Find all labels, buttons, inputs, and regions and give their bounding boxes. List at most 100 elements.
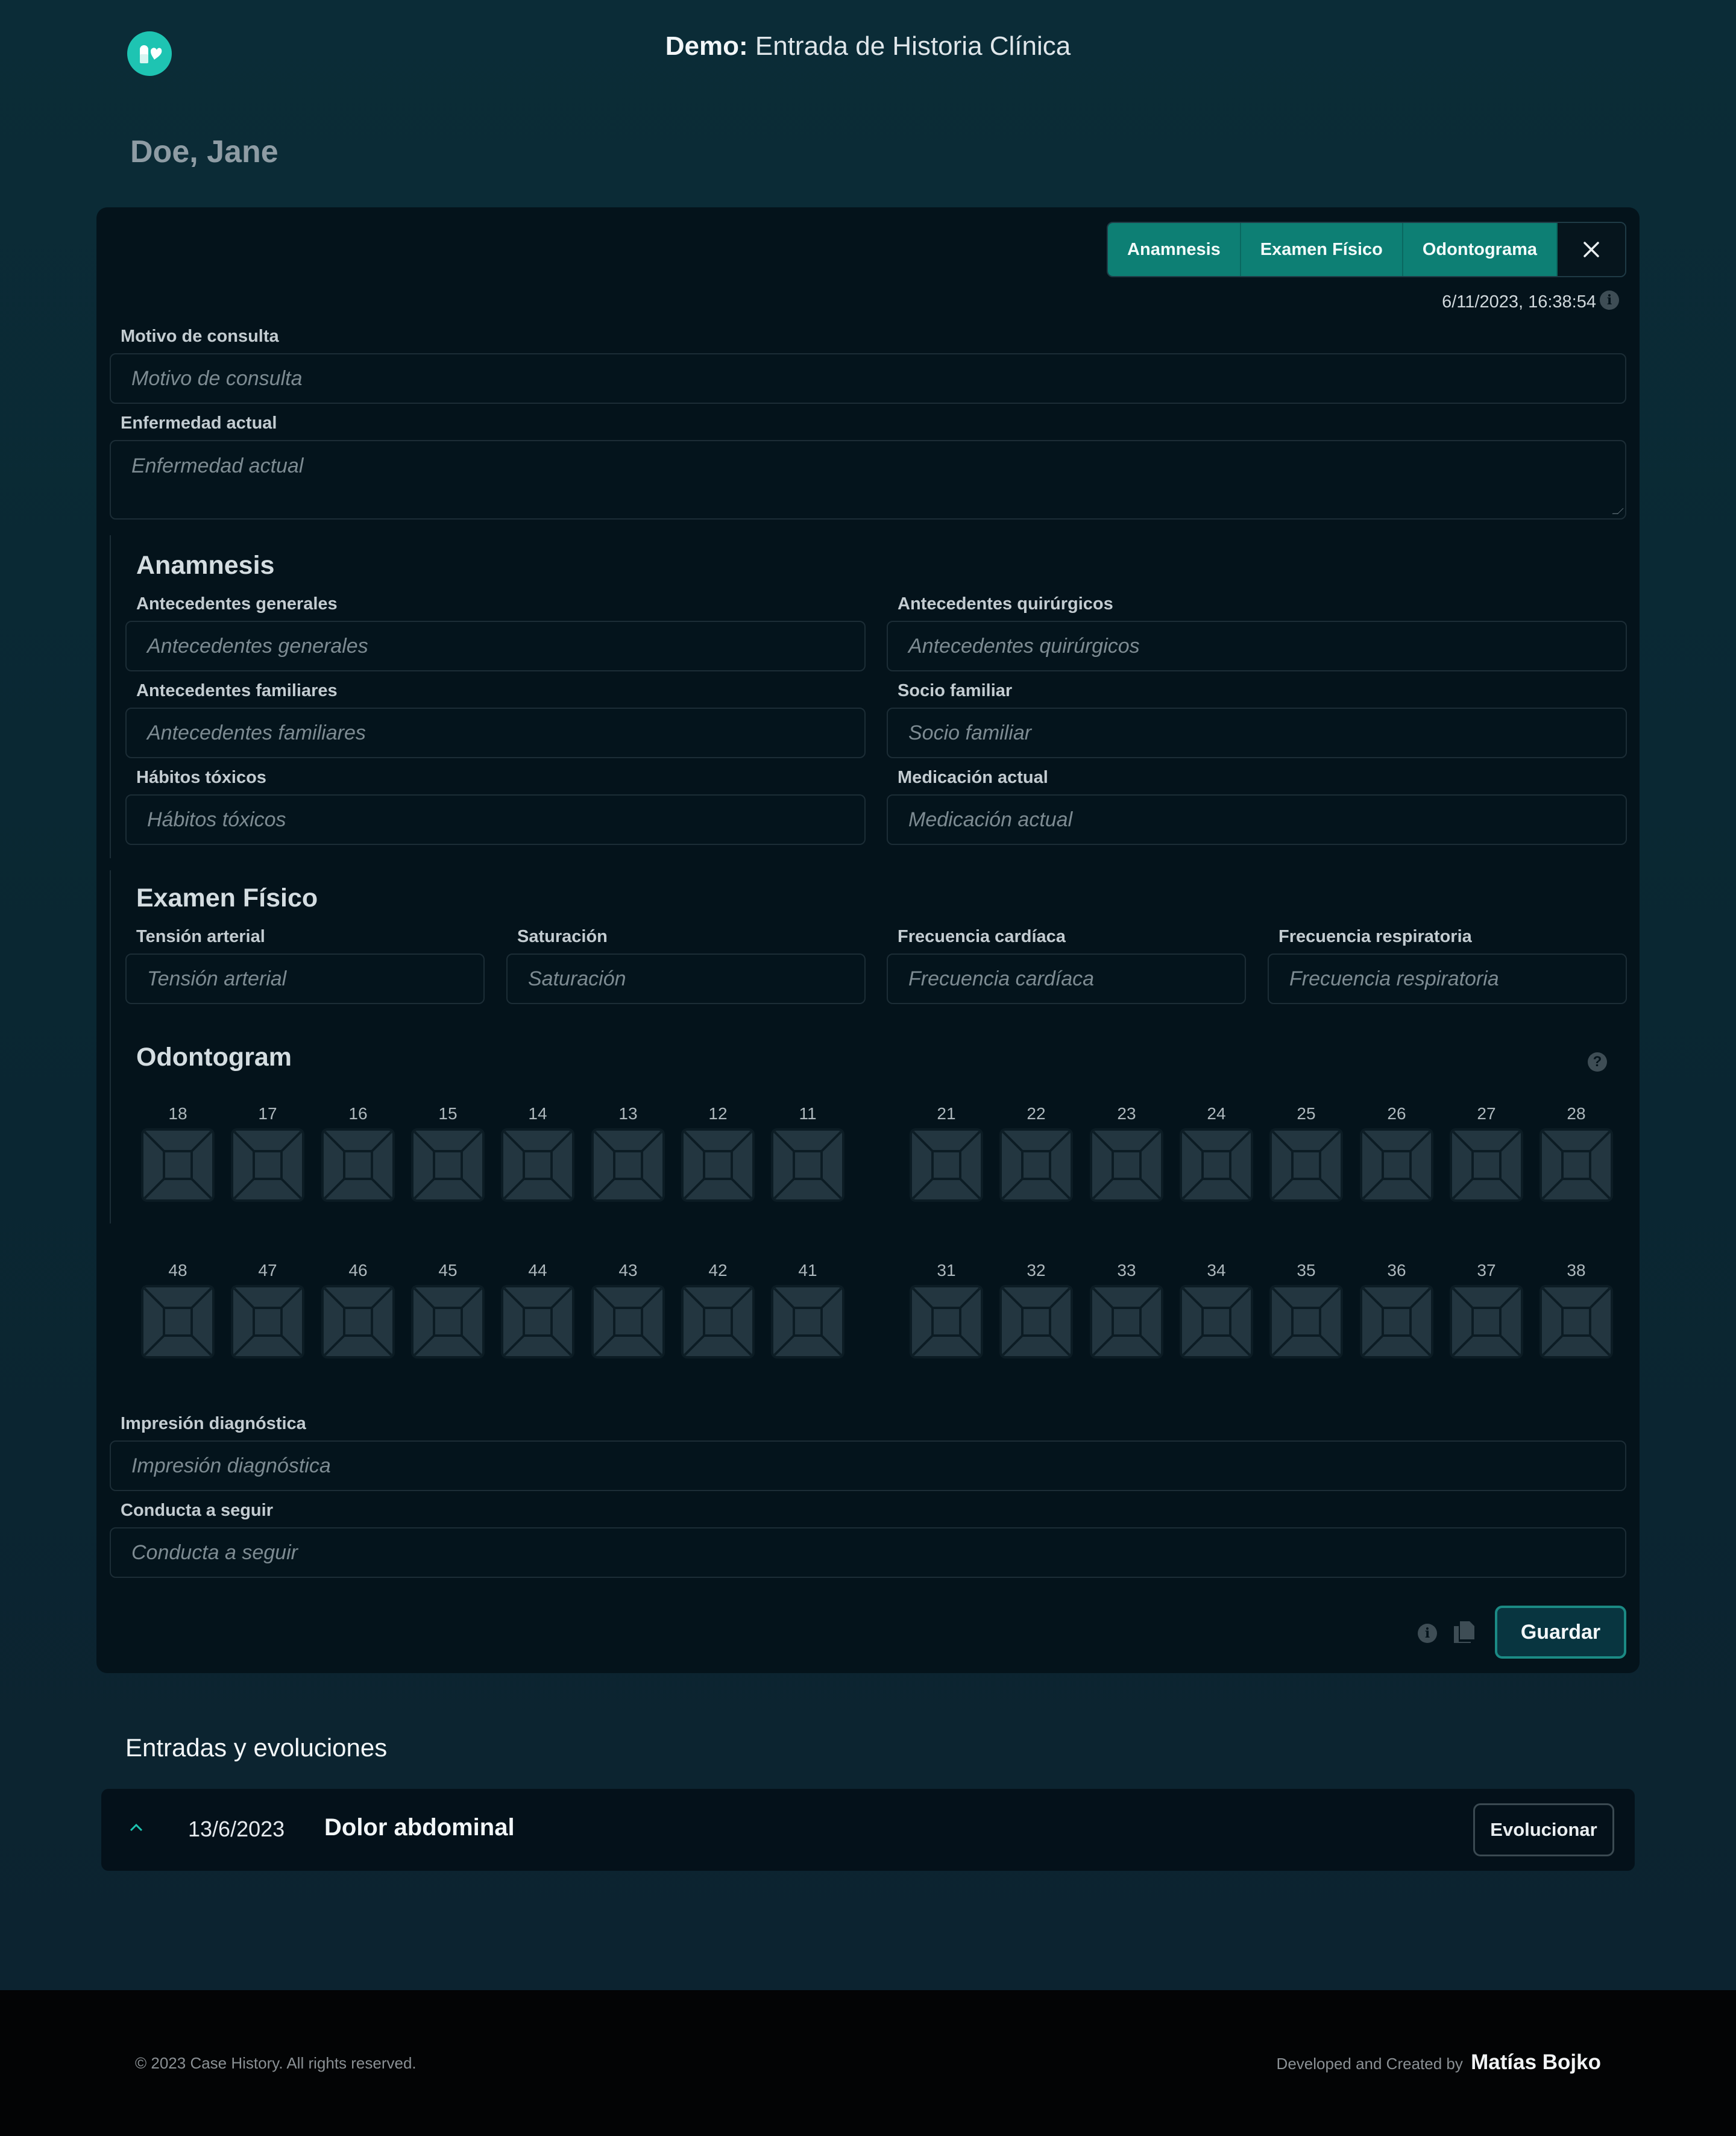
help-icon[interactable]: ?	[1588, 1052, 1607, 1072]
tooth-17[interactable]: 17	[231, 1104, 304, 1202]
tooth-number: 28	[1567, 1104, 1586, 1123]
close-icon	[1583, 242, 1599, 257]
resize-handle-icon[interactable]	[1612, 508, 1624, 514]
tooth-number: 15	[438, 1104, 458, 1123]
tooth-42[interactable]: 42	[681, 1261, 755, 1359]
tooth-surface-icon[interactable]	[1180, 1285, 1253, 1359]
tooth-surface-icon[interactable]	[501, 1285, 574, 1359]
tooth-surface-icon[interactable]	[1269, 1128, 1343, 1202]
evolve-button[interactable]: Evolucionar	[1473, 1803, 1614, 1856]
antecedentes-generales-input[interactable]: Antecedentes generales	[125, 621, 866, 671]
conducta-input[interactable]: Conducta a seguir	[110, 1527, 1626, 1578]
tooth-number: 47	[258, 1261, 277, 1280]
tooth-18[interactable]: 18	[141, 1104, 215, 1202]
tooth-surface-icon[interactable]	[999, 1285, 1073, 1359]
tooth-38[interactable]: 38	[1539, 1261, 1613, 1359]
chevron-up-icon[interactable]	[124, 1815, 148, 1839]
tooth-32[interactable]: 32	[999, 1261, 1073, 1359]
tooth-44[interactable]: 44	[501, 1261, 574, 1359]
tooth-surface-icon[interactable]	[1090, 1128, 1163, 1202]
tooth-28[interactable]: 28	[1539, 1104, 1613, 1202]
tooth-46[interactable]: 46	[321, 1261, 395, 1359]
examen-fisico-title: Examen Físico	[136, 884, 318, 913]
tooth-35[interactable]: 35	[1269, 1261, 1343, 1359]
antecedentes-quirurgicos-input[interactable]: Antecedentes quirúrgicos	[887, 621, 1627, 671]
tooth-15[interactable]: 15	[411, 1104, 485, 1202]
tooth-surface-icon[interactable]	[591, 1128, 665, 1202]
tooth-26[interactable]: 26	[1360, 1104, 1433, 1202]
tooth-surface-icon[interactable]	[999, 1128, 1073, 1202]
tooth-surface-icon[interactable]	[321, 1128, 395, 1202]
copy-icon[interactable]	[1453, 1620, 1476, 1647]
tooth-16[interactable]: 16	[321, 1104, 395, 1202]
tooth-48[interactable]: 48	[141, 1261, 215, 1359]
tooth-33[interactable]: 33	[1090, 1261, 1163, 1359]
tooth-surface-icon[interactable]	[681, 1285, 755, 1359]
footer-author[interactable]: Matías Bojko	[1471, 2050, 1601, 2074]
tooth-45[interactable]: 45	[411, 1261, 485, 1359]
socio-familiar-input[interactable]: Socio familiar	[887, 708, 1627, 758]
enfermedad-textarea[interactable]: Enfermedad actual	[110, 440, 1626, 520]
tooth-surface-icon[interactable]	[321, 1285, 395, 1359]
info-icon[interactable]: i	[1600, 291, 1619, 310]
tooth-surface-icon[interactable]	[141, 1285, 215, 1359]
tooth-surface-icon[interactable]	[231, 1285, 304, 1359]
tooth-11[interactable]: 11	[771, 1104, 844, 1202]
frecuencia-cardiaca-input[interactable]: Frecuencia cardíaca	[887, 953, 1246, 1004]
save-button[interactable]: Guardar	[1495, 1606, 1626, 1659]
tooth-13[interactable]: 13	[591, 1104, 665, 1202]
tooth-43[interactable]: 43	[591, 1261, 665, 1359]
tooth-surface-icon[interactable]	[1269, 1285, 1343, 1359]
tooth-14[interactable]: 14	[501, 1104, 574, 1202]
antecedentes-familiares-input[interactable]: Antecedentes familiares	[125, 708, 866, 758]
tab-anamnesis[interactable]: Anamnesis	[1108, 223, 1241, 276]
tooth-24[interactable]: 24	[1180, 1104, 1253, 1202]
entry-row[interactable]: 13/6/2023 Dolor abdominal Evolucionar	[101, 1789, 1635, 1871]
tooth-surface-icon[interactable]	[1450, 1128, 1523, 1202]
tooth-25[interactable]: 25	[1269, 1104, 1343, 1202]
tooth-surface-icon[interactable]	[591, 1285, 665, 1359]
tooth-surface-icon[interactable]	[1090, 1285, 1163, 1359]
tooth-surface-icon[interactable]	[771, 1128, 844, 1202]
tooth-surface-icon[interactable]	[1450, 1285, 1523, 1359]
motivo-input[interactable]: Motivo de consulta	[110, 353, 1626, 404]
info-icon[interactable]: i	[1418, 1624, 1437, 1643]
close-button[interactable]	[1558, 223, 1625, 276]
habitos-toxicos-input[interactable]: Hábitos tóxicos	[125, 794, 866, 845]
tooth-27[interactable]: 27	[1450, 1104, 1523, 1202]
tooth-37[interactable]: 37	[1450, 1261, 1523, 1359]
tooth-surface-icon[interactable]	[1539, 1285, 1613, 1359]
tab-examen-fisico[interactable]: Examen Físico	[1241, 223, 1403, 276]
tooth-surface-icon[interactable]	[1360, 1128, 1433, 1202]
history-entry-form: Anamnesis Examen Físico Odontograma 6/11…	[96, 207, 1640, 1673]
tooth-12[interactable]: 12	[681, 1104, 755, 1202]
tooth-surface-icon[interactable]	[141, 1128, 215, 1202]
tooth-surface-icon[interactable]	[1360, 1285, 1433, 1359]
tooth-number: 34	[1207, 1261, 1226, 1280]
tooth-36[interactable]: 36	[1360, 1261, 1433, 1359]
tooth-22[interactable]: 22	[999, 1104, 1073, 1202]
tab-odontograma[interactable]: Odontograma	[1403, 223, 1558, 276]
app-title: Demo: Entrada de Historia Clínica	[0, 31, 1736, 61]
tooth-41[interactable]: 41	[771, 1261, 844, 1359]
tooth-surface-icon[interactable]	[231, 1128, 304, 1202]
diagnostico-input[interactable]: Impresión diagnóstica	[110, 1440, 1626, 1491]
tension-arterial-input[interactable]: Tensión arterial	[125, 953, 485, 1004]
tooth-surface-icon[interactable]	[1180, 1128, 1253, 1202]
tooth-47[interactable]: 47	[231, 1261, 304, 1359]
tooth-34[interactable]: 34	[1180, 1261, 1253, 1359]
tooth-31[interactable]: 31	[910, 1261, 983, 1359]
tooth-23[interactable]: 23	[1090, 1104, 1163, 1202]
tooth-surface-icon[interactable]	[411, 1128, 485, 1202]
tooth-surface-icon[interactable]	[1539, 1128, 1613, 1202]
saturacion-input[interactable]: Saturación	[506, 953, 866, 1004]
frecuencia-respiratoria-input[interactable]: Frecuencia respiratoria	[1268, 953, 1627, 1004]
tooth-surface-icon[interactable]	[910, 1128, 983, 1202]
tooth-surface-icon[interactable]	[910, 1285, 983, 1359]
tooth-surface-icon[interactable]	[501, 1128, 574, 1202]
tooth-surface-icon[interactable]	[681, 1128, 755, 1202]
tooth-surface-icon[interactable]	[771, 1285, 844, 1359]
tooth-21[interactable]: 21	[910, 1104, 983, 1202]
tooth-surface-icon[interactable]	[411, 1285, 485, 1359]
medicacion-actual-input[interactable]: Medicación actual	[887, 794, 1627, 845]
